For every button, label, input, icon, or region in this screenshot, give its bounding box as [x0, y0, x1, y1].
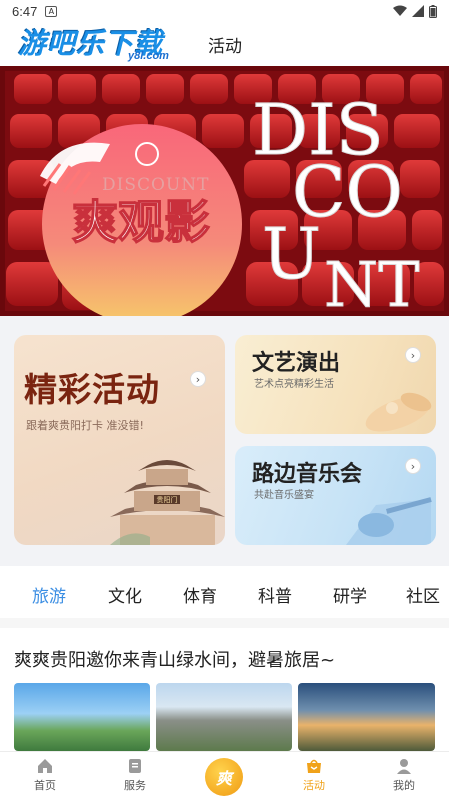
notification-badge: A [45, 5, 58, 17]
logo-sub-text: y8l.com [128, 50, 169, 62]
bottom-nav: 首页 服务 爽 活动 我的 [0, 751, 449, 796]
section-divider [0, 618, 449, 628]
article-headline[interactable]: 爽爽贵阳邀你来青山绿水间，避暑旅居~ [14, 646, 335, 672]
pagoda-sign: 贵阳门 [157, 495, 178, 504]
wifi-icon [393, 5, 407, 16]
nav-label: 我的 [393, 779, 415, 792]
chevron-right-icon: › [190, 371, 206, 387]
tab-community[interactable]: 社区 [406, 582, 440, 607]
nav-center-logo[interactable]: 爽 [205, 758, 243, 796]
nav-label: 服务 [124, 779, 146, 792]
page-title: 活动 [208, 37, 242, 57]
app-header: 游吧乐下载 y8l.com 活动 [0, 22, 449, 66]
tab-sports[interactable]: 体育 [183, 582, 217, 607]
card-subtitle: 跟着爽贵阳打卡 准没错! [26, 419, 144, 432]
nav-label: 首页 [34, 779, 56, 792]
pagoda-illustration: 贵阳门 [110, 460, 225, 545]
tab-culture[interactable]: 文化 [108, 582, 142, 607]
chevron-right-icon: › [405, 458, 421, 474]
gift-bag-icon [307, 759, 321, 773]
nav-services[interactable]: 服务 [105, 752, 165, 796]
status-icons [393, 4, 437, 18]
nav-activities[interactable]: 活动 [284, 752, 344, 796]
nav-home[interactable]: 首页 [15, 752, 75, 796]
flower-illustration [365, 392, 432, 432]
article-photo[interactable] [298, 683, 435, 751]
card-subtitle: 艺术点亮精彩生活 [254, 379, 334, 390]
banner-letters-4: NT [324, 248, 420, 316]
card-title: 精彩活动 [24, 370, 160, 409]
card-title: 路边音乐会 [252, 462, 363, 487]
promo-banner[interactable]: DISCOUNT 爽观影 DIS CO U NT [0, 66, 449, 316]
svg-text:DISCOUNT: DISCOUNT [102, 175, 209, 195]
nav-label: 活动 [303, 779, 325, 792]
card-featured-activities[interactable]: 精彩活动 跟着爽贵阳打卡 准没错! › 贵阳门 [14, 335, 225, 545]
battery-icon [429, 4, 437, 18]
tab-science[interactable]: 科普 [258, 582, 292, 607]
status-bar: 6:47 A [0, 0, 449, 22]
banner-letters-3: U [262, 213, 321, 295]
tab-tourism[interactable]: 旅游 [32, 582, 66, 607]
card-street-concert[interactable]: 路边音乐会 共赴音乐盛宴 › [235, 446, 436, 545]
article-photo[interactable] [156, 683, 292, 751]
card-title: 文艺演出 [252, 351, 341, 376]
article-photo[interactable] [14, 683, 150, 751]
banner-art: DISCOUNT 爽观影 DIS CO U NT [0, 66, 449, 316]
signal-icon [412, 5, 424, 17]
guitar-illustration [346, 497, 432, 545]
category-tabs: 旅游 文化 体育 科普 研学 社区 [0, 566, 449, 618]
card-performances[interactable]: 文艺演出 艺术点亮精彩生活 › [235, 335, 436, 434]
app-logo: 游吧乐下载 y8l.com [16, 22, 188, 66]
status-time: 6:47 [12, 3, 38, 19]
chevron-right-icon: › [405, 347, 421, 363]
banner-title: 爽观影 [72, 195, 210, 249]
nav-profile[interactable]: 我的 [374, 752, 434, 796]
feature-cards: 精彩活动 跟着爽贵阳打卡 准没错! › 贵阳门 文艺演出 艺术点亮精彩生活 › … [0, 316, 449, 566]
user-icon [397, 759, 411, 774]
tab-study-tour[interactable]: 研学 [333, 582, 367, 607]
center-logo-glyph: 爽 [215, 769, 232, 788]
home-icon [38, 759, 52, 773]
document-icon [129, 759, 141, 773]
card-subtitle: 共赴音乐盛宴 [254, 490, 314, 501]
